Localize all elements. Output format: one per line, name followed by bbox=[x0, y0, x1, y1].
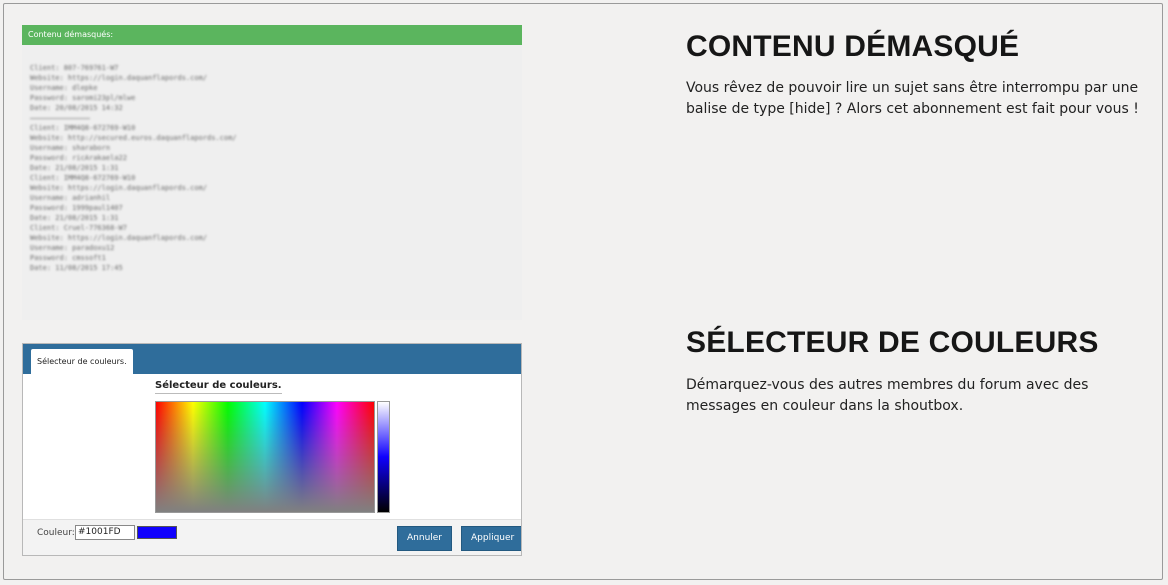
hidden-line: Username: paradoxu12 bbox=[30, 244, 115, 252]
hidden-line: Date: 21/08/2015 1:31 bbox=[30, 164, 119, 172]
feature-heading-hidden-content: CONTENU DÉMASQUÉ bbox=[686, 30, 1020, 63]
color-picker-screenshot: Sélecteur de couleurs. Sélecteur de coul… bbox=[22, 343, 522, 556]
hidden-line: Client: Cruel-776368-W7 bbox=[30, 224, 127, 232]
color-picker-header: Sélecteur de couleurs. bbox=[23, 344, 521, 374]
hidden-line: Date: 11/08/2015 17:45 bbox=[30, 264, 123, 272]
hidden-content-screenshot: Contenu démasqués: Client: 807-769761-W7… bbox=[22, 25, 522, 320]
hidden-line: Website: https://login.daquanflapords.co… bbox=[30, 184, 208, 192]
tab-color-picker[interactable]: Sélecteur de couleurs. bbox=[31, 349, 133, 374]
hidden-content-lines: Client: 807-769761-W7 Website: https://l… bbox=[22, 45, 522, 273]
hidden-line: Date: 21/08/2015 1:31 bbox=[30, 214, 119, 222]
hidden-content-bar-title: Contenu démasqués: bbox=[22, 25, 522, 45]
hidden-line: Username: adrianhil bbox=[30, 194, 111, 202]
hidden-line: Client: IMM4Q8-672769-W10 bbox=[30, 124, 136, 132]
hidden-line: Website: https://login.daquanflapords.co… bbox=[30, 74, 208, 82]
color-hex-input[interactable]: #1001FD bbox=[75, 525, 135, 540]
color-label: Couleur: bbox=[37, 528, 75, 538]
luminance-slider[interactable] bbox=[377, 401, 390, 513]
hidden-line: Username: dlepke bbox=[30, 84, 98, 92]
hidden-line: Website: https://login.daquanflapords.co… bbox=[30, 234, 208, 242]
hidden-line: Password: ricArakaela22 bbox=[30, 154, 127, 162]
color-swatch bbox=[137, 526, 177, 539]
divider bbox=[30, 118, 90, 119]
hidden-line: Date: 20/08/2015 14:32 bbox=[30, 104, 123, 112]
feature-description-color-picker: Démarquez-vous des autres membres du for… bbox=[686, 377, 1089, 414]
apply-button[interactable]: Appliquer bbox=[461, 526, 521, 551]
hidden-line: Password: 1999paul1407 bbox=[30, 204, 123, 212]
hidden-line: Website: http://secured.euros.daquanflap… bbox=[30, 134, 237, 142]
feature-description-hidden-content: Vous rêvez de pouvoir lire un sujet sans… bbox=[686, 80, 1139, 117]
hidden-line: Password: saromi23pl/mlwe bbox=[30, 94, 136, 102]
feature-heading-color-picker: SÉLECTEUR DE COULEURS bbox=[686, 326, 1099, 359]
color-spectrum[interactable] bbox=[155, 401, 375, 513]
hidden-line: Password: cmssoft1 bbox=[30, 254, 106, 262]
cancel-button[interactable]: Annuler bbox=[397, 526, 453, 551]
hidden-line: Client: 807-769761-W7 bbox=[30, 64, 119, 72]
hidden-line: Username: sharaborn bbox=[30, 144, 111, 152]
color-picker-title: Sélecteur de couleurs. bbox=[155, 380, 282, 394]
hidden-line: Client: IMM4Q8-672769-W10 bbox=[30, 174, 136, 182]
